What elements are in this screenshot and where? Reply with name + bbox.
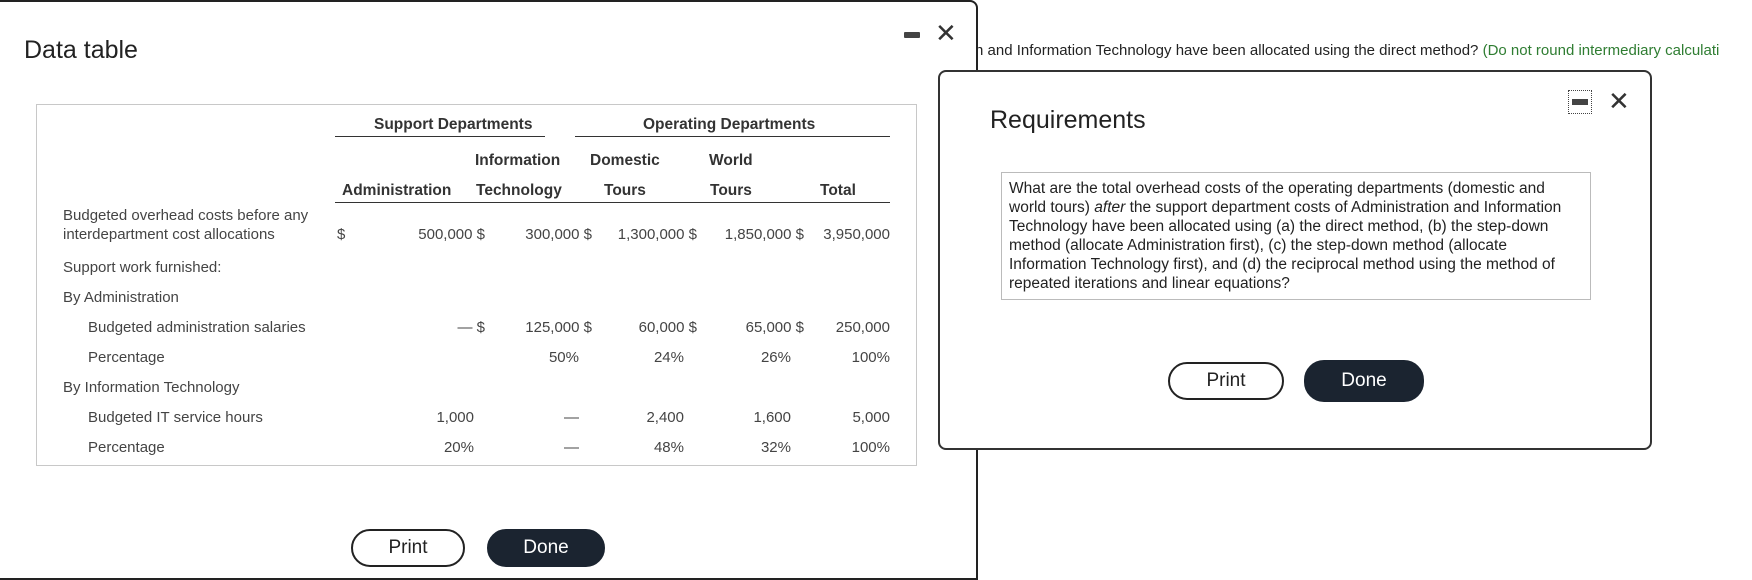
requirements-dialog: Requirements ✕ What are the total overhe… <box>938 70 1652 450</box>
minimize-bar-glyph <box>1572 99 1588 105</box>
budgeted-domestic: 1,300,000 $ <box>617 226 697 243</box>
col-world-top: World <box>709 152 753 169</box>
row-label-by-it: By Information Technology <box>63 379 240 396</box>
operating-header-rule <box>575 136 890 137</box>
it-pct-domestic: 48% <box>653 439 684 456</box>
support-departments-header: Support Departments <box>374 116 533 133</box>
row-label-it-percentage: Percentage <box>88 439 165 456</box>
admin-salaries-domestic: 60,000 $ <box>638 319 697 336</box>
support-header-rule <box>335 136 545 137</box>
done-button[interactable]: Done <box>487 529 605 567</box>
minimize-icon[interactable] <box>1568 90 1592 114</box>
it-pct-world: 32% <box>760 439 791 456</box>
row-label-support-work: Support work furnished: <box>63 259 222 276</box>
data-table-dialog: Data table ✕ Support Departments Operati… <box>0 0 978 580</box>
minimize-icon[interactable] <box>904 32 920 38</box>
requirements-done-button[interactable]: Done <box>1304 360 1424 402</box>
admin-salaries-it: 125,000 $ <box>525 319 592 336</box>
data-table: Support Departments Operating Department… <box>36 104 917 466</box>
close-icon[interactable]: ✕ <box>1608 88 1630 114</box>
admin-salaries-admin: — $ <box>457 319 485 336</box>
budgeted-it: 300,000 $ <box>525 226 592 243</box>
row-label-admin-salaries: Budgeted administration salaries <box>88 319 306 336</box>
it-pct-total: 100% <box>851 439 890 456</box>
it-hours-admin: 1,000 <box>436 409 474 426</box>
requirements-text-italic: after <box>1094 199 1126 216</box>
col-world-bottom: Tours <box>710 182 752 199</box>
budgeted-world: 1,850,000 $ <box>724 226 804 243</box>
print-button[interactable]: Print <box>351 529 465 567</box>
requirements-title: Requirements <box>990 106 1146 134</box>
it-hours-total: 5,000 <box>852 409 890 426</box>
operating-departments-header: Operating Departments <box>643 116 816 133</box>
background-question: n and Information Technology have been a… <box>975 42 1719 59</box>
row-label-by-admin: By Administration <box>63 289 179 306</box>
row-label-budgeted-line1: Budgeted overhead costs before any <box>63 207 309 224</box>
col-domestic-top: Domestic <box>590 152 660 169</box>
close-icon[interactable]: ✕ <box>935 20 957 46</box>
it-pct-it: — <box>564 439 579 456</box>
admin-pct-world: 26% <box>760 349 791 366</box>
col-it-bottom: Technology <box>476 182 562 199</box>
admin-salaries-world: 65,000 $ <box>745 319 804 336</box>
dialog-title: Data table <box>24 36 138 64</box>
admin-pct-it: 50% <box>548 349 579 366</box>
col-it-top: Information <box>475 152 561 169</box>
requirements-text: What are the total overhead costs of the… <box>1001 172 1591 300</box>
admin-salaries-total: 250,000 <box>835 319 890 336</box>
column-header-rule <box>335 202 890 203</box>
question-text: n and Information Technology have been a… <box>975 42 1479 59</box>
requirements-print-button[interactable]: Print <box>1168 362 1284 400</box>
col-administration: Administration <box>342 182 452 199</box>
col-domestic-bottom: Tours <box>604 182 646 199</box>
dollar-sign: $ <box>337 226 346 243</box>
row-label-admin-percentage: Percentage <box>88 349 165 366</box>
admin-pct-total: 100% <box>851 349 890 366</box>
budgeted-total: 3,950,000 <box>823 226 890 243</box>
it-pct-admin: 20% <box>443 439 474 456</box>
row-label-budgeted-line2: interdepartment cost allocations <box>63 226 275 243</box>
it-hours-it: — <box>564 409 579 426</box>
row-label-it-hours: Budgeted IT service hours <box>88 409 263 426</box>
hint-text: (Do not round intermediary calculati <box>1482 42 1720 59</box>
budgeted-admin: 500,000 $ <box>418 226 485 243</box>
col-total: Total <box>820 182 856 199</box>
admin-pct-domestic: 24% <box>653 349 684 366</box>
it-hours-domestic: 2,400 <box>646 409 684 426</box>
it-hours-world: 1,600 <box>753 409 791 426</box>
